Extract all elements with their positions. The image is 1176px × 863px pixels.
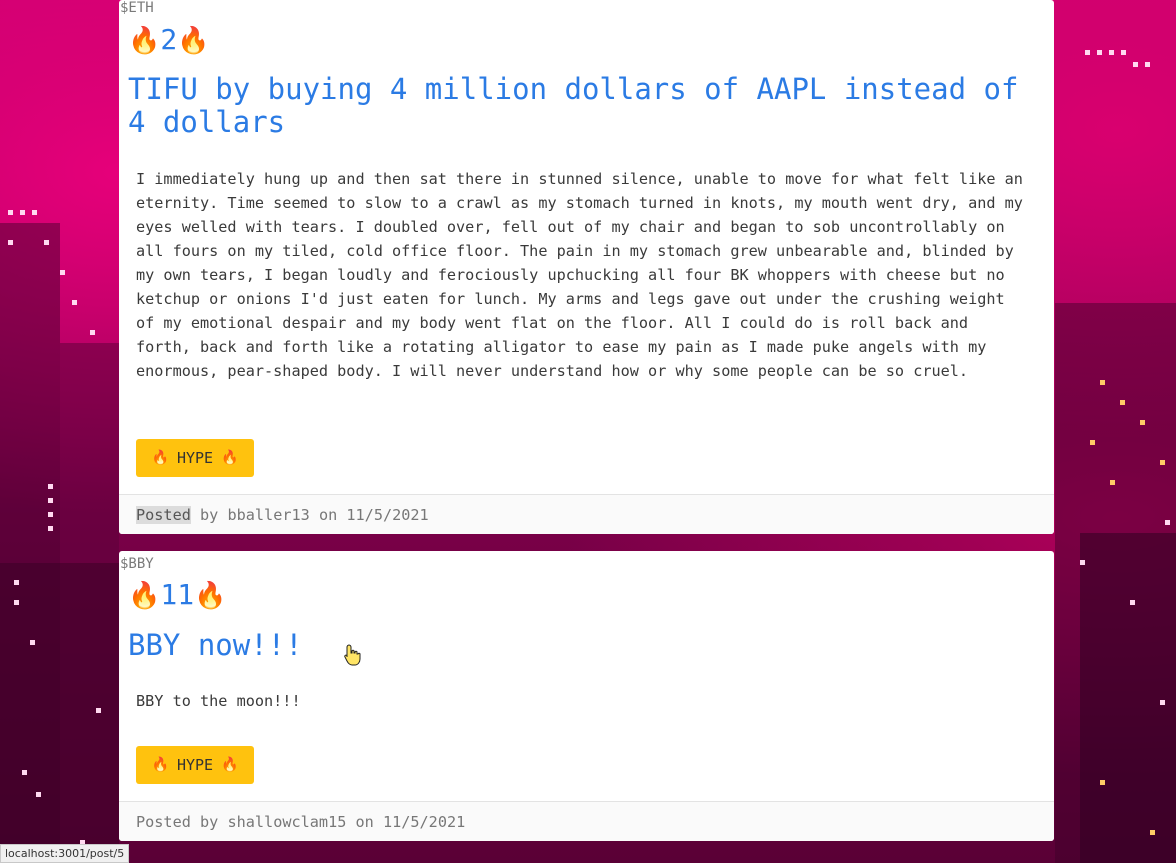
fire-icon: 🔥	[177, 26, 210, 56]
on-label: on	[355, 812, 374, 831]
hype-button[interactable]: 🔥 HYPE 🔥	[136, 746, 254, 784]
by-label: by	[200, 812, 219, 831]
on-label: on	[318, 505, 338, 524]
hype-button-label: HYPE	[176, 756, 214, 774]
fire-icon: 🔥	[221, 757, 239, 773]
fire-icon: 🔥	[151, 450, 169, 466]
post-body: BBY to the moon!!!	[136, 692, 301, 710]
fire-icon: 🔥	[194, 581, 227, 611]
post-card: $BBY 🔥11🔥 BBY now!!! BBY to the moon!!! …	[119, 551, 1054, 841]
fire-icon: 🔥	[128, 26, 161, 56]
fire-icon: 🔥	[151, 757, 169, 773]
hand-pointer-icon	[344, 644, 361, 666]
post-title[interactable]: BBY now!!!	[128, 629, 1034, 662]
post-author: bballer13	[227, 505, 310, 524]
hype-button[interactable]: 🔥 HYPE 🔥	[136, 439, 254, 477]
posted-label: Posted	[136, 505, 191, 524]
post-body: I immediately hung up and then sat there…	[136, 170, 1023, 380]
fire-icon: 🔥	[221, 450, 239, 466]
post-footer: Posted by shallowclam15 on 11/5/2021	[119, 801, 1054, 841]
post-card: $ETH 🔥2🔥 TIFU by buying 4 million dollar…	[119, 0, 1054, 534]
building-shape	[0, 563, 119, 863]
post-ticker: $ETH	[120, 0, 154, 16]
post-author: shallowclam15	[227, 812, 347, 831]
hype-score: 🔥11🔥	[128, 578, 226, 613]
by-label: by	[200, 505, 219, 524]
post-footer: Posted by bballer13 on 11/5/2021	[119, 494, 1054, 534]
hype-score-value: 11	[160, 578, 195, 611]
hype-score-value: 2	[160, 23, 178, 56]
posted-label: Posted	[136, 812, 191, 831]
hype-score: 🔥2🔥	[128, 23, 210, 58]
post-date: 11/5/2021	[346, 505, 429, 524]
browser-status-bar: localhost:3001/post/5	[0, 844, 130, 863]
building-shape	[1080, 533, 1176, 863]
fire-icon: 🔥	[128, 581, 161, 611]
hype-button-label: HYPE	[176, 449, 214, 467]
post-title[interactable]: TIFU by buying 4 million dollars of AAPL…	[128, 73, 1034, 139]
post-date: 11/5/2021	[382, 812, 466, 831]
post-ticker: $BBY	[120, 556, 154, 572]
